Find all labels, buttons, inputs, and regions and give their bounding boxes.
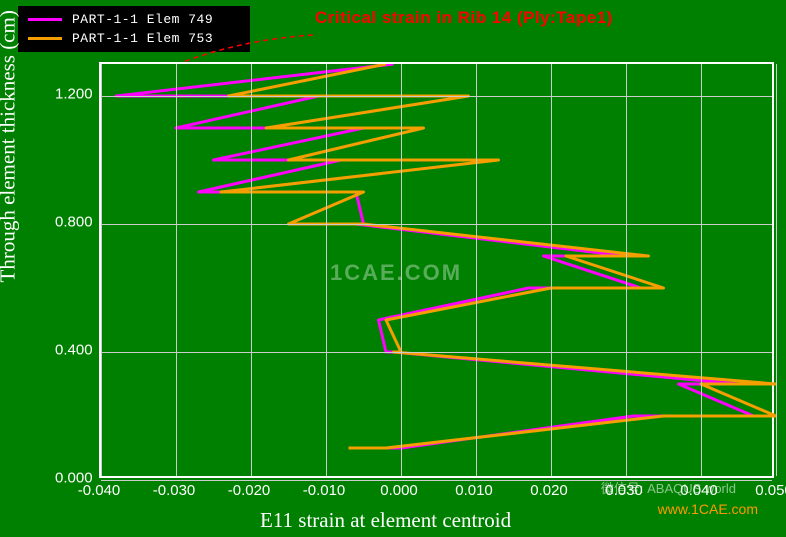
y-tick-label: 0.400	[55, 342, 93, 359]
legend-item-0: PART-1-1 Elem 749	[28, 12, 240, 27]
grid-line-v	[626, 64, 627, 476]
x-tick-label: 0.050	[755, 482, 786, 499]
y-tick-label: 1.200	[55, 86, 93, 103]
annotation-text: Critical strain in Rib 14 (Ply:Tape1)	[315, 8, 613, 28]
watermark-center: 1CAE.COM	[330, 260, 462, 286]
grid-line-h	[101, 224, 772, 225]
grid-line-v	[326, 64, 327, 476]
legend-item-1: PART-1-1 Elem 753	[28, 31, 240, 46]
x-tick-label: 0.030	[605, 482, 643, 499]
x-tick-label: 0.000	[380, 482, 418, 499]
legend-label-1: PART-1-1 Elem 753	[72, 31, 213, 46]
series-line	[221, 64, 776, 448]
grid-line-h	[101, 96, 772, 97]
x-axis-label: E11 strain at element centroid	[260, 508, 511, 533]
grid-line-v	[701, 64, 702, 476]
legend-swatch-0	[28, 18, 62, 21]
legend: PART-1-1 Elem 749 PART-1-1 Elem 753	[18, 6, 250, 52]
grid-line-v	[476, 64, 477, 476]
grid-line-v	[101, 64, 102, 476]
x-tick-label: -0.030	[153, 482, 196, 499]
legend-swatch-1	[28, 37, 62, 40]
x-tick-label: 0.040	[680, 482, 718, 499]
grid-line-v	[551, 64, 552, 476]
x-tick-label: -0.010	[303, 482, 346, 499]
x-tick-label: 0.010	[455, 482, 493, 499]
grid-line-h	[101, 352, 772, 353]
x-tick-label: -0.020	[228, 482, 271, 499]
y-axis-label: Through element thickness (cm)	[0, 10, 21, 282]
grid-line-v	[251, 64, 252, 476]
series-line	[116, 64, 754, 448]
grid-line-v	[776, 64, 777, 476]
x-tick-label: 0.020	[530, 482, 568, 499]
legend-label-0: PART-1-1 Elem 749	[72, 12, 213, 27]
y-tick-label: 0.800	[55, 214, 93, 231]
grid-line-v	[176, 64, 177, 476]
x-tick-label: -0.040	[78, 482, 121, 499]
watermark-right2: www.1CAE.com	[658, 501, 758, 517]
